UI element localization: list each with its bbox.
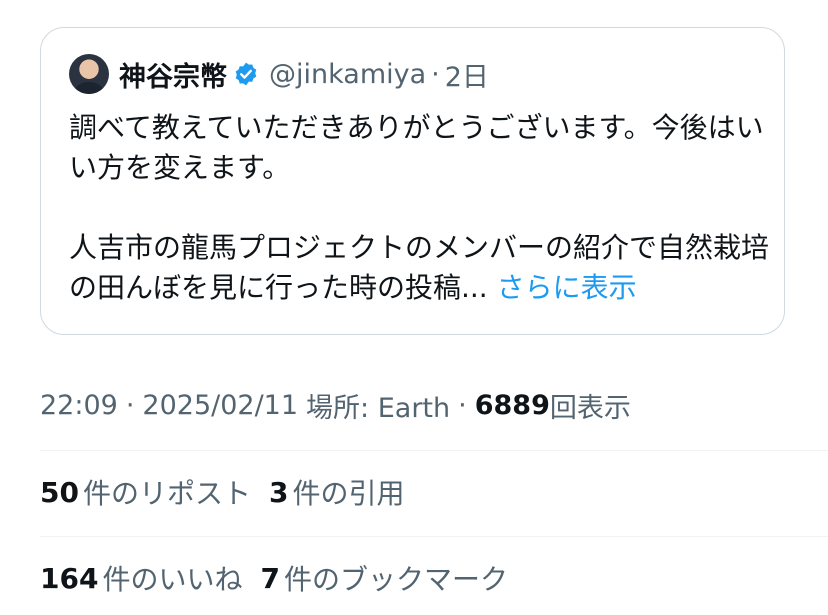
likes-count: 164 bbox=[40, 561, 99, 595]
quoted-post-paragraph: 人吉市の龍馬プロジェクトのメンバーの紹介で自然栽培の田んぼを見に行った時の投稿.… bbox=[69, 228, 769, 308]
dot-separator: · bbox=[125, 389, 135, 421]
post-date[interactable]: 2025/02/11 bbox=[142, 390, 298, 421]
quoted-post-card[interactable]: 神谷宗幣 @jinkamiya · 2日 調べて教えていただきありがとうございま… bbox=[40, 27, 785, 335]
engagement-stats-row: 164 件のいいね 7 件のブックマーク bbox=[40, 558, 526, 598]
show-more-link[interactable]: さらに表示 bbox=[497, 271, 637, 304]
avatar[interactable] bbox=[69, 54, 109, 94]
repost-stats-row: 50 件のリポスト 3 件の引用 bbox=[40, 472, 422, 512]
reposts-label: 件のリポスト bbox=[82, 477, 251, 510]
quoted-post-paragraph-text: 人吉市の龍馬プロジェクトのメンバーの紹介で自然栽培の田んぼを見に行った時の投稿.… bbox=[69, 231, 770, 304]
quotes-count: 3 bbox=[268, 475, 289, 509]
post-location: 場所: Earth bbox=[306, 392, 451, 424]
bookmarks-count: 7 bbox=[260, 561, 280, 595]
bookmarks-label: 件のブックマーク bbox=[283, 563, 508, 596]
views-count[interactable]: 6889 bbox=[475, 390, 550, 421]
post-age[interactable]: 2日 bbox=[445, 55, 489, 94]
quotes-label: 件の引用 bbox=[292, 477, 405, 510]
likes-stat[interactable]: 164 件のいいね bbox=[40, 558, 242, 598]
dot-separator: · bbox=[458, 389, 467, 421]
reposts-stat[interactable]: 50 件のリポスト bbox=[40, 472, 251, 512]
divider bbox=[40, 450, 828, 451]
dot-separator: · bbox=[431, 58, 440, 90]
quotes-stat[interactable]: 3 件の引用 bbox=[269, 472, 405, 512]
reposts-count: 50 bbox=[40, 475, 79, 509]
divider bbox=[40, 536, 828, 537]
quoted-post-header: 神谷宗幣 @jinkamiya · 2日 bbox=[119, 55, 489, 94]
bookmarks-stat[interactable]: 7 件のブックマーク bbox=[260, 558, 508, 598]
views-label[interactable]: 回表示 bbox=[550, 386, 631, 425]
likes-label: 件のいいね bbox=[102, 563, 243, 596]
post-meta: 22:09 · 2025/02/11 場所: Earth · 6889 回表示 bbox=[40, 385, 631, 425]
verified-badge-icon bbox=[233, 61, 259, 87]
quoted-post-paragraph: 調べて教えていただきありがとうございます。今後はいい方を変えます。 bbox=[69, 111, 764, 184]
quoted-post-text: 調べて教えていただきありがとうございます。今後はいい方を変えます。 人吉市の龍馬… bbox=[69, 108, 769, 308]
author-handle[interactable]: @jinkamiya bbox=[269, 59, 426, 90]
author-name[interactable]: 神谷宗幣 bbox=[119, 55, 227, 94]
post-time[interactable]: 22:09 bbox=[40, 390, 118, 421]
